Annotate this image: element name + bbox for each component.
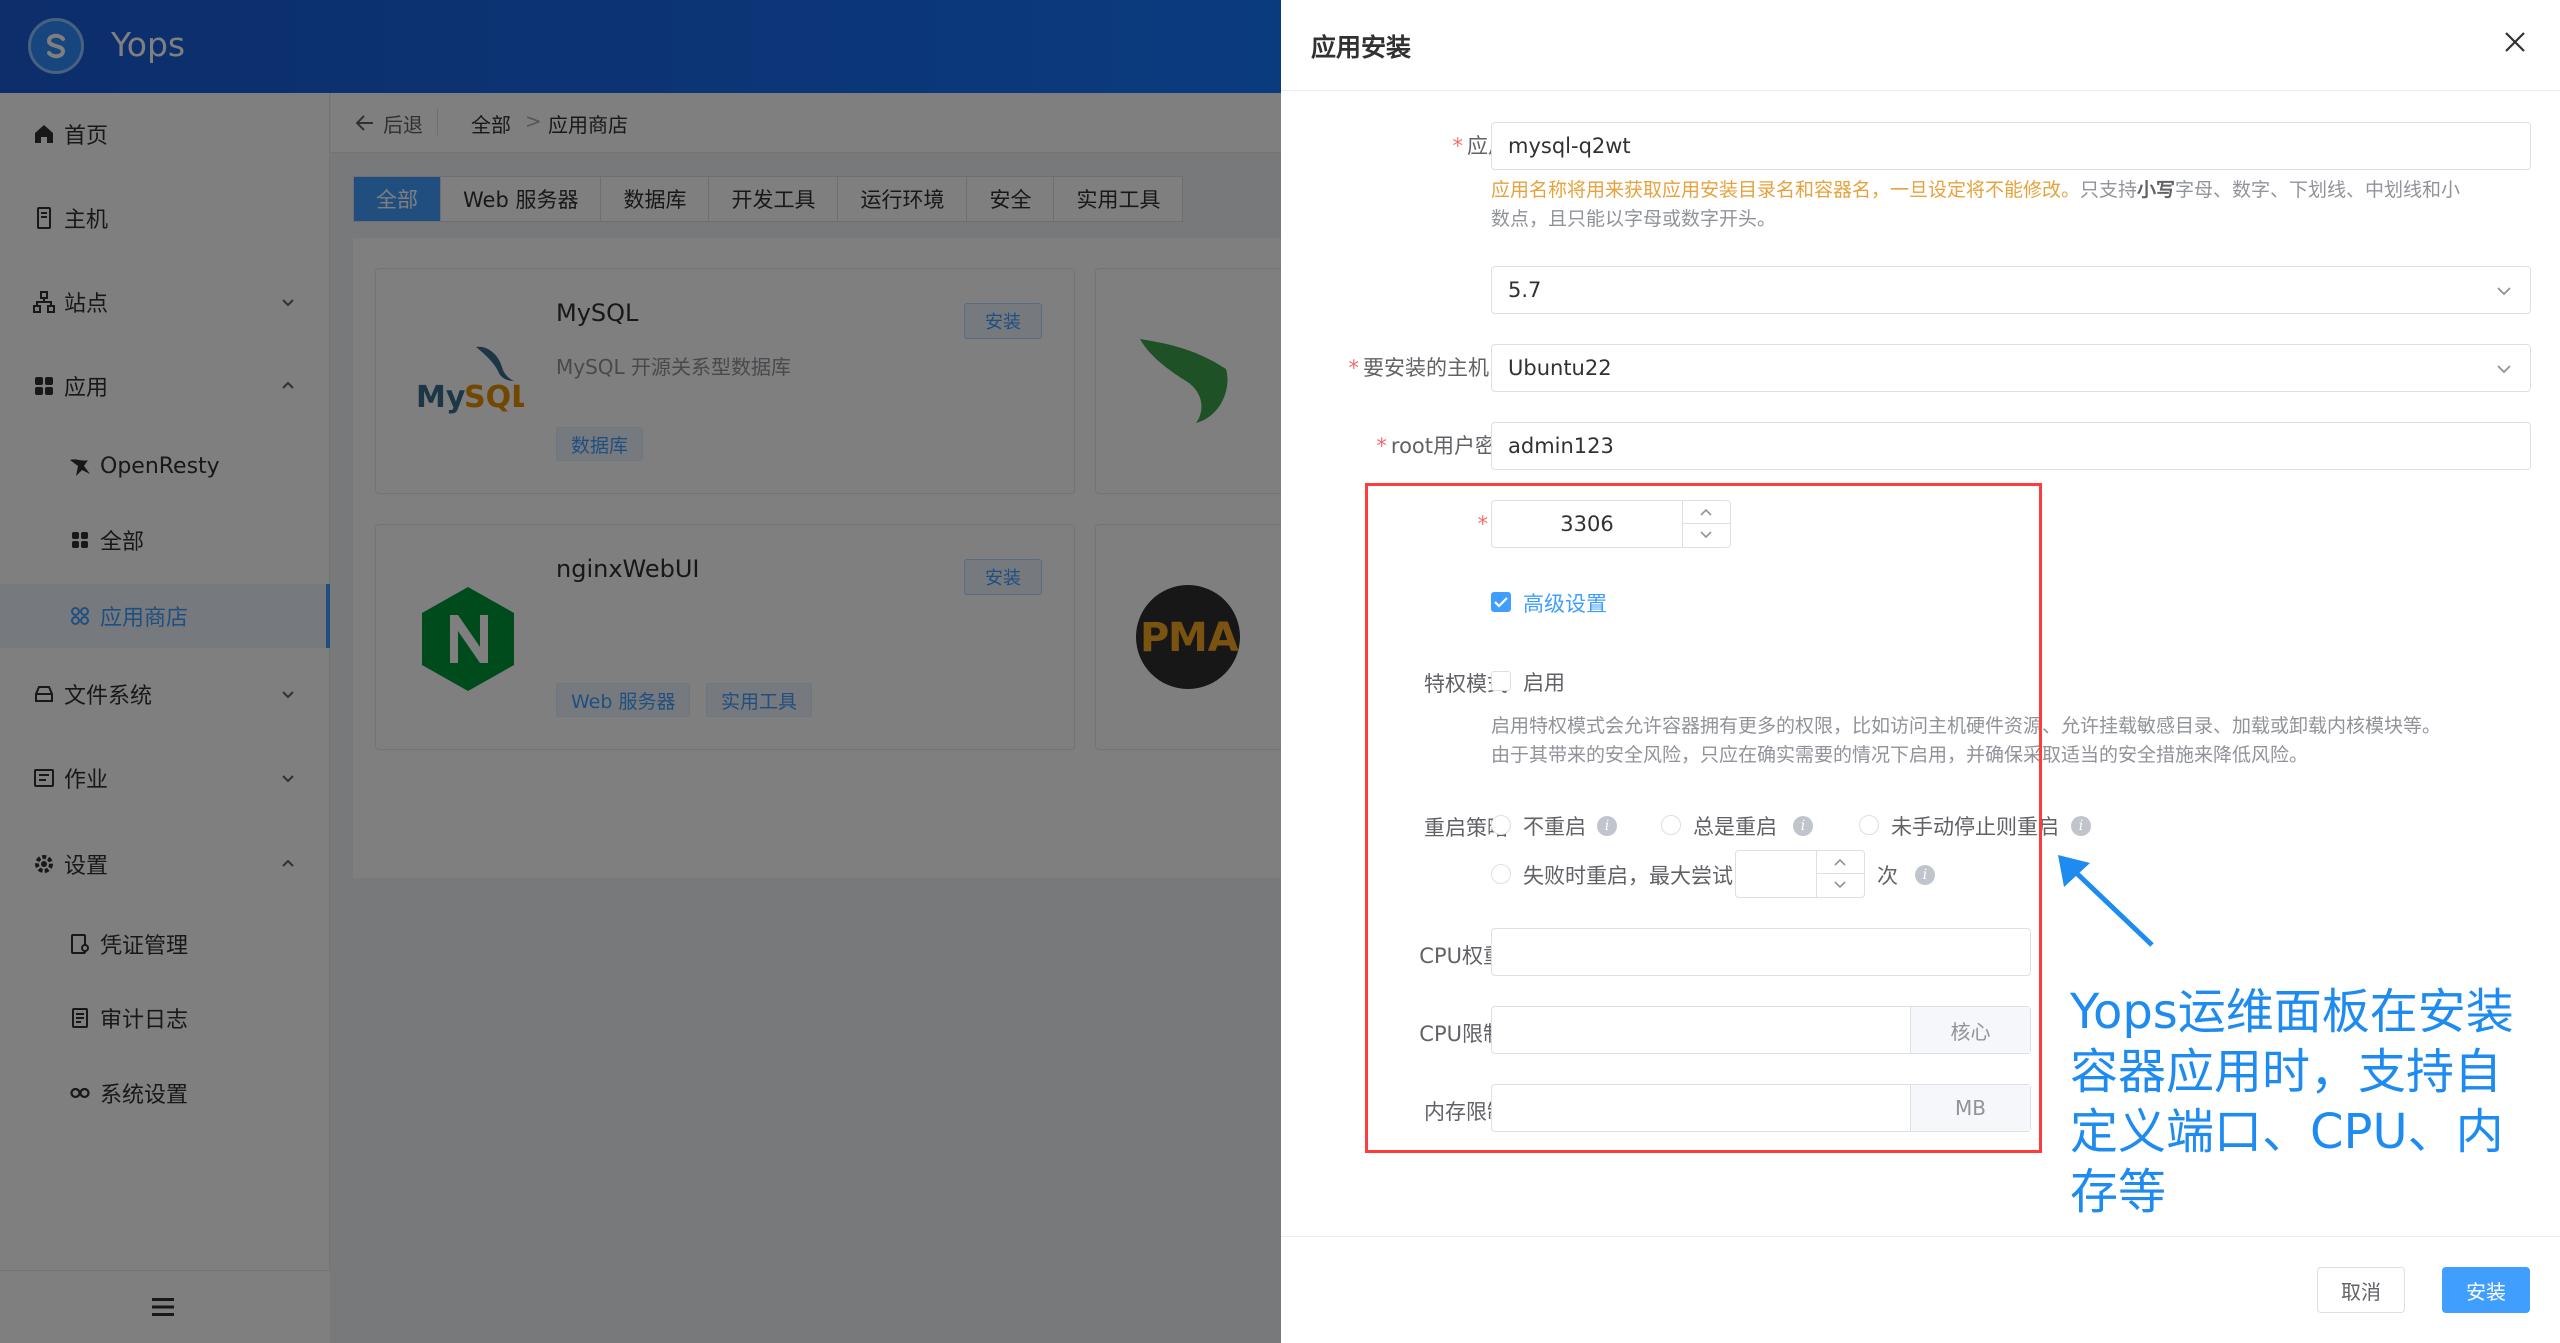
highlight-box: [1365, 483, 2042, 1153]
root-password-label: * root用户密码: [1376, 434, 1517, 458]
host-select[interactable]: Ubuntu22: [1491, 344, 2531, 392]
info-icon[interactable]: i: [2071, 816, 2091, 836]
drawer-title: 应用安装: [1311, 33, 1412, 62]
drawer-header-divider: [1281, 90, 2560, 91]
chevron-down-icon: [2497, 365, 2511, 374]
app-name-input[interactable]: mysql-q2wt: [1491, 122, 2531, 170]
drawer-footer-divider: [1281, 1236, 2560, 1237]
install-submit-button[interactable]: 安装: [2442, 1267, 2530, 1313]
chevron-down-icon: [2497, 287, 2511, 296]
app-name-tip: 应用名称将用来获取应用安装目录名和容器名，一旦设定将不能修改。只支持小写字母、数…: [1491, 179, 2461, 230]
modal-overlay[interactable]: [0, 0, 1281, 1343]
annotation-text: Yops运维面板在安装容器应用时，支持自定义端口、CPU、内存等: [2070, 984, 2514, 1220]
annotation-arrow-icon: [2058, 855, 2154, 947]
cancel-button[interactable]: 取消: [2317, 1267, 2405, 1313]
host-label: * 要安装的主机: [1348, 356, 1490, 380]
version-select[interactable]: 5.7: [1491, 266, 2531, 314]
close-icon[interactable]: [2503, 30, 2527, 54]
root-password-input[interactable]: admin123: [1491, 422, 2531, 470]
